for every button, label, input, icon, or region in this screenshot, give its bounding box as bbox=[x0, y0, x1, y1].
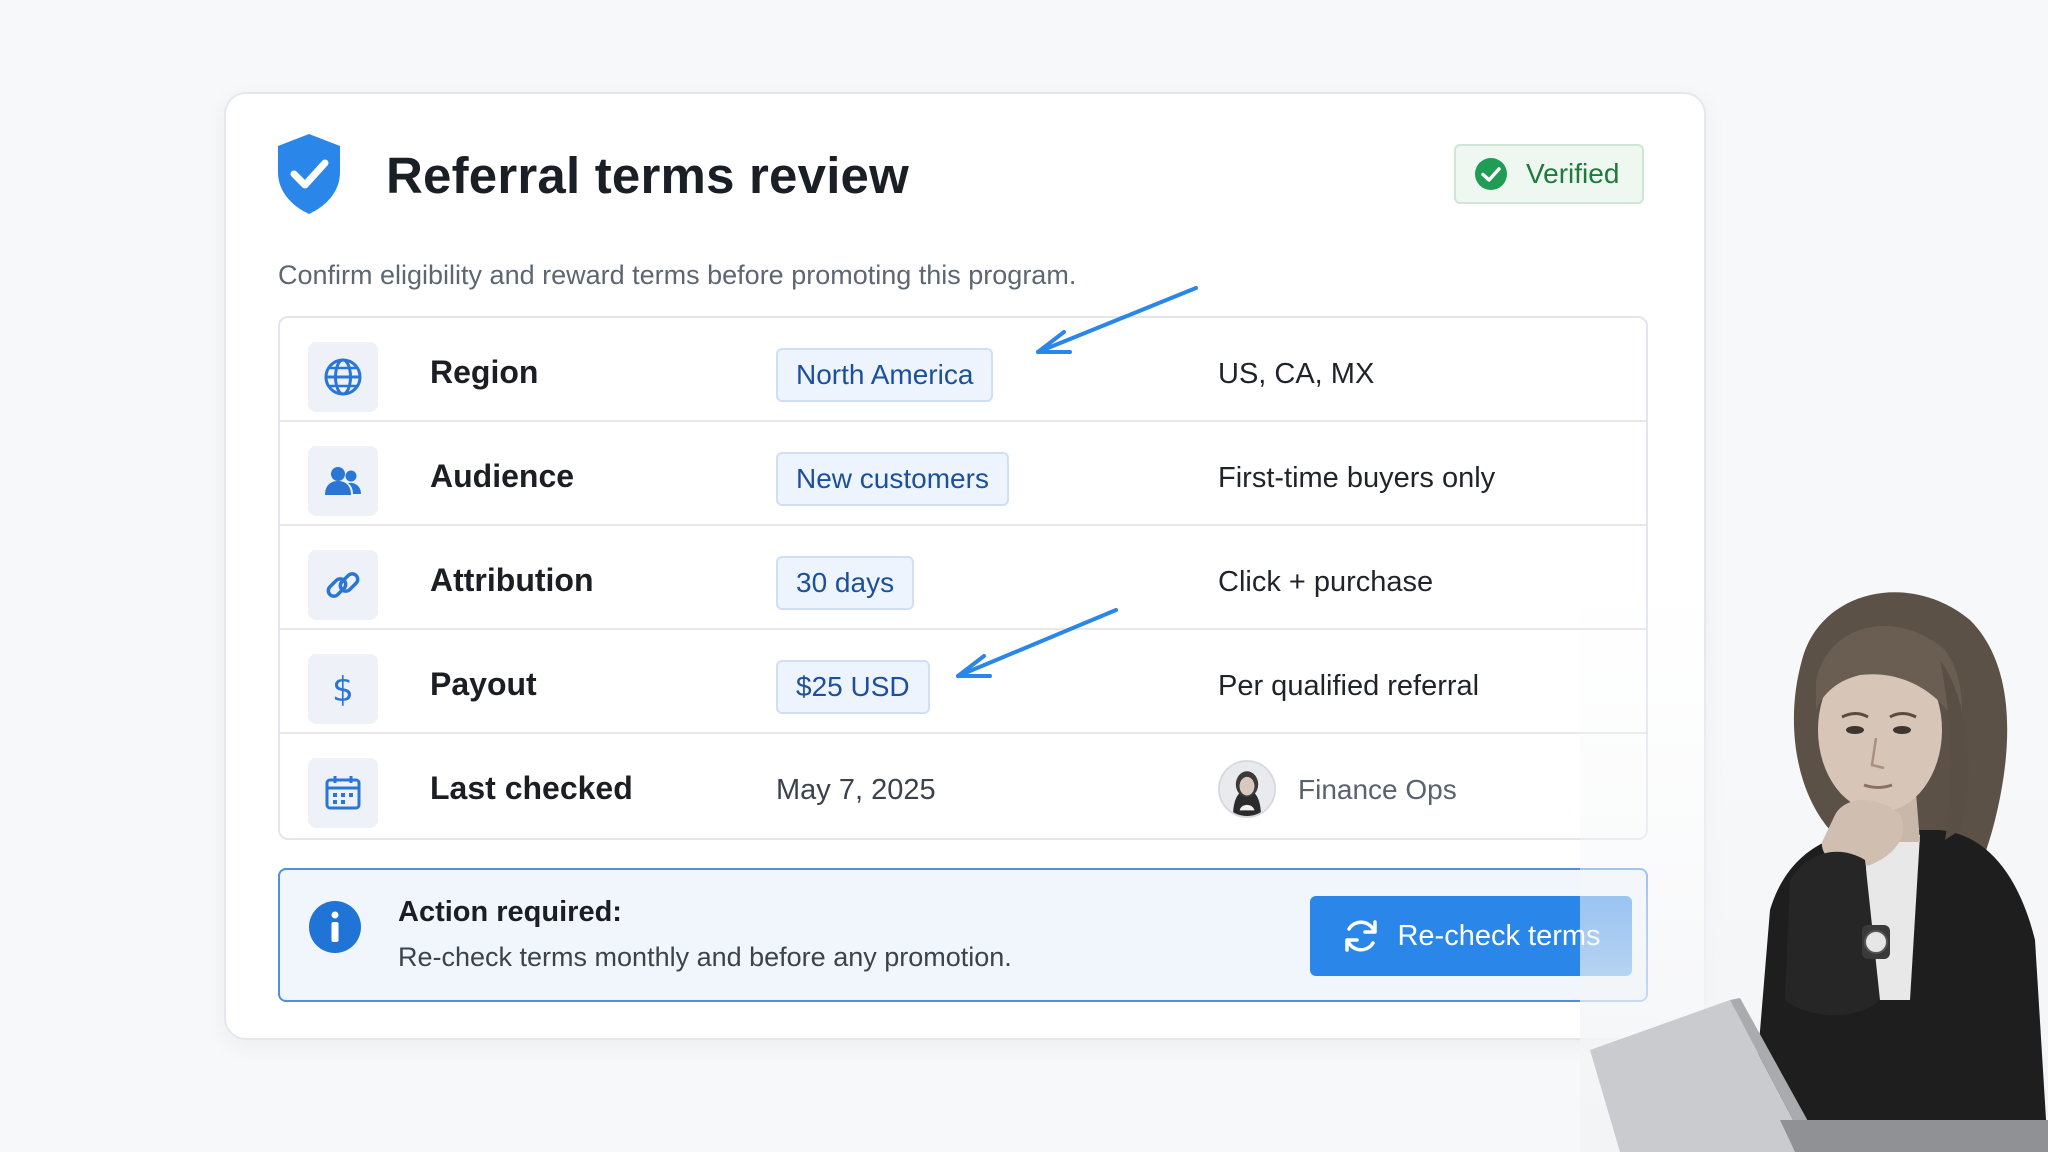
calendar-icon bbox=[325, 776, 361, 810]
row-label: Last checked bbox=[430, 770, 633, 806]
action-title: Action required: bbox=[398, 896, 622, 928]
row-note: US, CA, MX bbox=[1218, 358, 1375, 390]
person-avatar-icon bbox=[1220, 762, 1274, 816]
action-required-banner: Action required: Re-check terms monthly … bbox=[278, 868, 1648, 1002]
icon-tile bbox=[308, 758, 378, 828]
icon-tile: $ bbox=[308, 654, 378, 724]
link-icon bbox=[326, 572, 360, 598]
audience-chip: New customers bbox=[776, 452, 1009, 506]
row-note: First-time buyers only bbox=[1218, 462, 1496, 494]
icon-tile bbox=[308, 342, 378, 412]
svg-text:$: $ bbox=[332, 670, 354, 710]
dollar-icon: $ bbox=[332, 670, 354, 710]
terms-row-audience: Audience New customers First-time buyers… bbox=[280, 422, 1646, 526]
row-note: Click + purchase bbox=[1218, 566, 1434, 598]
refresh-icon bbox=[1345, 920, 1378, 952]
checked-by-owner: Finance Ops bbox=[1298, 774, 1457, 805]
region-chip: North America bbox=[776, 348, 994, 402]
icon-tile bbox=[308, 550, 378, 620]
terms-table: Region North America US, CA, MX Audience… bbox=[278, 316, 1648, 840]
row-label: Attribution bbox=[430, 562, 594, 598]
recheck-button-label: Re-check terms bbox=[1397, 919, 1601, 952]
annotation-arrow-payout bbox=[956, 608, 1118, 678]
annotation-arrow-region bbox=[1036, 286, 1198, 354]
referral-terms-card: Referral terms review Verified Confirm e… bbox=[224, 92, 1706, 1040]
page-subtitle: Confirm eligibility and reward terms bef… bbox=[278, 260, 1077, 290]
row-label: Audience bbox=[430, 458, 575, 494]
payout-chip: $25 USD bbox=[776, 660, 930, 714]
row-label: Payout bbox=[430, 666, 537, 702]
verified-label: Verified bbox=[1526, 158, 1620, 189]
icon-tile bbox=[308, 446, 378, 516]
page-title: Referral terms review bbox=[386, 147, 909, 204]
users-icon bbox=[325, 467, 361, 495]
person-photo bbox=[1580, 580, 2048, 1152]
row-label: Region bbox=[430, 354, 539, 390]
terms-row-last-checked: Last checked May 7, 2025 Finance Ops bbox=[280, 734, 1646, 838]
check-circle-icon bbox=[1475, 158, 1507, 190]
last-checked-date: May 7, 2025 bbox=[776, 774, 936, 806]
shield-check-icon bbox=[278, 134, 340, 214]
terms-row-region: Region North America US, CA, MX bbox=[280, 318, 1646, 422]
info-icon bbox=[309, 901, 361, 953]
attribution-chip: 30 days bbox=[776, 556, 915, 610]
verified-badge: Verified bbox=[1454, 144, 1644, 204]
action-text: Re-check terms monthly and before any pr… bbox=[398, 942, 1012, 972]
avatar bbox=[1218, 760, 1276, 818]
row-note: Per qualified referral bbox=[1218, 670, 1480, 702]
globe-icon bbox=[324, 358, 362, 396]
